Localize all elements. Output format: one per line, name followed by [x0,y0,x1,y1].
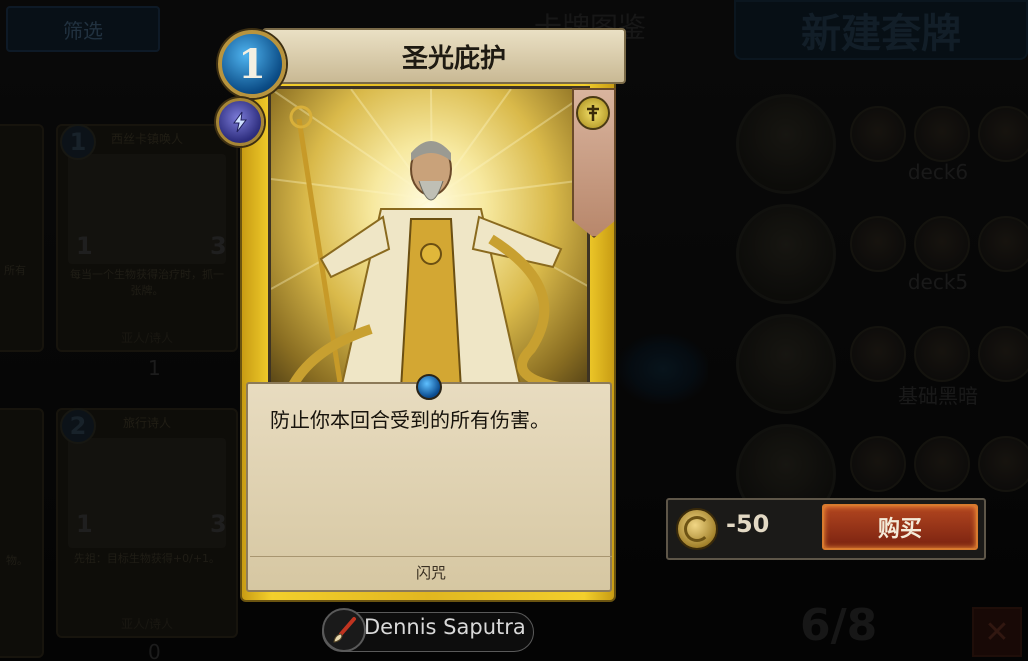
coin-icon [676,508,718,550]
artist-name: Dennis Saputra [364,615,526,639]
card-title: 圣光庇护 [262,28,626,84]
card-art-illustration [271,89,587,383]
gem-icon [416,374,442,400]
faction-icon [576,96,610,130]
card-detail: 圣光庇护 1 防止你本回合受到的所有伤害。 闪咒 [216,26,626,602]
card-type: 闪咒 [250,556,612,583]
brush-icon [322,608,366,652]
price: -50 [726,510,770,538]
lightning-icon [216,98,264,146]
card-rules-text: 防止你本回合受到的所有伤害。 [270,408,550,432]
card-art [268,86,590,386]
buy-button[interactable]: 购买 [822,504,978,550]
card-cost: 1 [218,30,286,98]
